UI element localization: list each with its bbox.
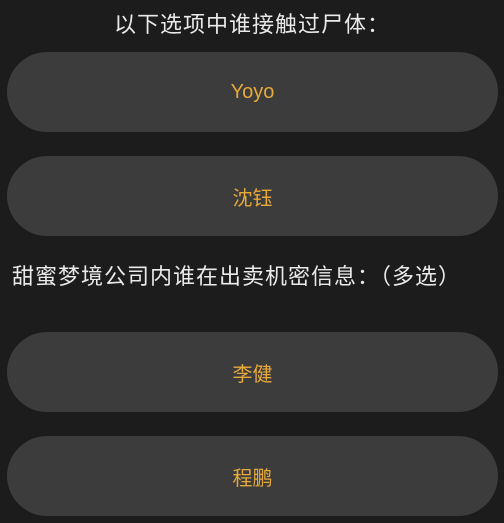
option-chengpeng-button[interactable]: 程鹏 [7,436,498,516]
option-yoyo-button[interactable]: Yoyo [7,52,498,132]
question-1-title: 以下选项中谁接触过尸体： [113,13,390,38]
option-label: 李健 [232,363,273,386]
option-label: Yoyo [230,80,275,103]
option-label: 沈钰 [232,187,273,210]
option-label: 程鹏 [232,467,273,490]
option-lijian-button[interactable]: 李健 [7,332,498,412]
question-2-title: 甜蜜梦境公司内谁在出卖机密信息：（多选） [12,265,462,290]
option-shenyu-button[interactable]: 沈钰 [7,156,498,236]
